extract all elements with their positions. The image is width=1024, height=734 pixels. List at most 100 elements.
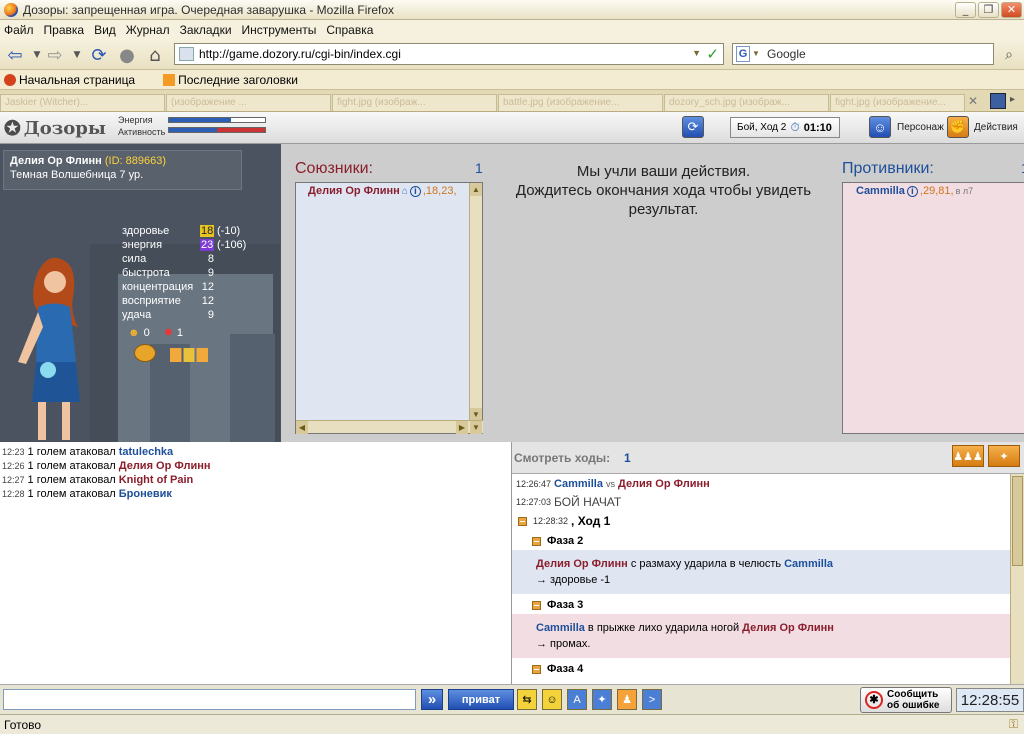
- allies-scrollbar[interactable]: ▲ ▼: [469, 183, 482, 421]
- font-icon[interactable]: A: [567, 689, 587, 710]
- translit-icon[interactable]: ⇆: [517, 689, 537, 710]
- ally-item[interactable]: Делия Ор Флинн ⌂ i ,18,23,: [308, 185, 457, 197]
- character-button[interactable]: ☺: [869, 116, 891, 138]
- collapse-icon[interactable]: [532, 664, 541, 674]
- coin-icon[interactable]: [134, 344, 156, 362]
- maximize-button[interactable]: ❐: [978, 1, 999, 18]
- status-text: Готово: [4, 718, 42, 732]
- command-icon[interactable]: >: [642, 689, 662, 710]
- effect-counters: ☻ 0 ✹ 1: [128, 326, 184, 340]
- browser-tab[interactable]: dozory_sch.jpg (изображ...: [664, 94, 829, 111]
- scroll-up-icon[interactable]: ▲: [470, 183, 482, 196]
- search-engine-icon[interactable]: G: [736, 46, 750, 62]
- battle-log-scrollbar[interactable]: [1010, 474, 1024, 684]
- bookmark-home[interactable]: Начальная страница: [4, 73, 149, 87]
- actions-label[interactable]: Действия: [974, 122, 1018, 133]
- browser-tab[interactable]: Jaskier (Witcher)...: [0, 94, 165, 111]
- menu-tools[interactable]: Инструменты: [242, 23, 317, 37]
- menu-file[interactable]: Файл: [4, 23, 34, 37]
- allies-list: Делия Ор Флинн ⌂ i ,18,23, ▲ ▼ ◀ ▶ ▼: [295, 182, 483, 434]
- log-event: Cammilla в прыжке лихо ударила ногой Делия…: [512, 614, 1010, 658]
- character-label[interactable]: Персонаж: [897, 122, 944, 133]
- character-id: (ID: 889663): [104, 155, 167, 167]
- collapse-icon[interactable]: [532, 600, 541, 610]
- browser-tab[interactable]: fight.jpg (изображение...: [830, 94, 965, 111]
- search-box[interactable]: G ▼ Google: [732, 43, 994, 65]
- city-background: [230, 334, 275, 442]
- character-name[interactable]: Делия Ор Флинн: [10, 155, 102, 167]
- game-logo[interactable]: ✪ Дозоры: [4, 116, 106, 140]
- browser-tab[interactable]: (изображение ...: [166, 94, 331, 111]
- magic-view-button[interactable]: ✦: [988, 445, 1020, 467]
- menu-history[interactable]: Журнал: [126, 23, 170, 37]
- report-bug-button[interactable]: ✱ Сообщить об ошибке: [860, 687, 952, 713]
- log-phase-row[interactable]: Фаза 4: [512, 660, 1010, 678]
- url-dropdown-icon[interactable]: ▼: [692, 48, 701, 58]
- search-engine-dropdown-icon[interactable]: ▼: [752, 49, 760, 58]
- scroll-left-icon[interactable]: ◀: [296, 421, 308, 434]
- house-icon: ⌂: [401, 185, 408, 197]
- minimize-button[interactable]: _: [955, 1, 976, 18]
- chat-target[interactable]: Броневик: [119, 488, 172, 500]
- menu-bookmarks[interactable]: Закладки: [180, 23, 232, 37]
- actions-button[interactable]: ✊: [947, 116, 969, 138]
- scroll-thumb[interactable]: [1012, 476, 1023, 566]
- scroll-right-icon[interactable]: ▶: [456, 421, 468, 434]
- browser-tab[interactable]: fight.jpg (изображ...: [332, 94, 497, 111]
- activity-bar-fill: [169, 128, 217, 132]
- group-view-button[interactable]: ♟♟♟: [952, 445, 984, 467]
- search-go-icon[interactable]: ⌕: [998, 44, 1020, 66]
- private-button[interactable]: приват: [448, 689, 514, 710]
- bookmark-headlines[interactable]: Последние заголовки: [163, 73, 312, 87]
- chat-target[interactable]: Делия Ор Флинн: [119, 460, 211, 472]
- allies-count: 1: [475, 160, 483, 176]
- character-card: Делия Ор Флинн (ID: 889663) Темная Волше…: [3, 150, 242, 190]
- info-icon[interactable]: i: [906, 185, 918, 197]
- reload-icon[interactable]: ⟳: [88, 44, 110, 66]
- menu-help[interactable]: Справка: [326, 23, 373, 37]
- refresh-button[interactable]: ⟳: [682, 116, 704, 138]
- chat-target[interactable]: Knight of Pain: [119, 474, 194, 486]
- close-button[interactable]: ✕: [1001, 1, 1022, 18]
- menu-view[interactable]: Вид: [94, 23, 116, 37]
- enemy-item[interactable]: Cammilla i ,29,81, в л7: [856, 185, 973, 197]
- turn-indicator: Бой, Ход 2 ⏱ 01:10: [730, 117, 840, 138]
- back-icon[interactable]: ⇦: [4, 44, 26, 66]
- forward-icon[interactable]: ⇨: [44, 44, 66, 66]
- smiles-icon[interactable]: ☺: [542, 689, 562, 710]
- search-text: Google: [767, 47, 806, 61]
- go-check-icon[interactable]: ✓: [706, 45, 719, 63]
- inventory-icon[interactable]: [170, 348, 208, 362]
- chat-target[interactable]: tatulechka: [119, 446, 173, 458]
- log-row: 12:27:03 БОЙ НАЧАТ: [516, 495, 622, 509]
- magic-wand-icon[interactable]: ✦: [592, 689, 612, 710]
- allies-title: Союзники:: [295, 160, 373, 177]
- window-title: Дозоры: запрещенная игра. Очередная зава…: [23, 2, 395, 17]
- log-turn-row[interactable]: 12:28:32 , Ход 1: [512, 512, 1010, 530]
- tab-scroll-icon[interactable]: ▸: [1010, 94, 1015, 105]
- collapse-icon[interactable]: [532, 536, 541, 546]
- scroll-down-icon[interactable]: ▼: [470, 421, 482, 434]
- log-phase-row[interactable]: Фаза 3: [512, 596, 1010, 614]
- character-class: Темная Волшебница 7 ур.: [10, 169, 144, 181]
- chat-input[interactable]: [3, 689, 416, 710]
- activity-label: Активность: [118, 127, 166, 137]
- menu-edit[interactable]: Правка: [44, 23, 85, 37]
- info-icon[interactable]: i: [409, 185, 421, 197]
- send-button[interactable]: »: [421, 689, 443, 710]
- home-icon[interactable]: ⌂: [144, 44, 166, 66]
- tab-list-icon[interactable]: [990, 93, 1006, 109]
- allies-hscrollbar[interactable]: ◀ ▶ ▼: [296, 420, 483, 434]
- stop-icon[interactable]: ●: [116, 44, 138, 66]
- forward-dropdown-icon[interactable]: ▼: [66, 44, 88, 66]
- browser-tab[interactable]: battle.jpg (изображение...: [498, 94, 663, 111]
- log-phase-row[interactable]: Фаза 2: [512, 532, 1010, 550]
- collapse-icon[interactable]: [518, 516, 527, 526]
- activity-bar: [168, 127, 266, 133]
- url-bar[interactable]: http://game.dozory.ru/cgi-bin/index.cgi …: [174, 43, 724, 65]
- chat-log: 12:23 1 голем атаковал tatulechka 12:26 1 г…: [0, 442, 512, 684]
- view-turn-link[interactable]: 1: [624, 451, 631, 465]
- menu-bar: Файл Правка Вид Журнал Закладки Инструме…: [0, 20, 1024, 39]
- tab-close-icon[interactable]: ✕: [968, 94, 978, 108]
- group-icon[interactable]: ♟: [617, 689, 637, 710]
